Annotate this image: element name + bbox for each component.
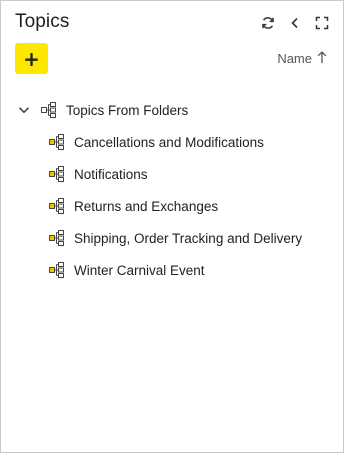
tree-item-label: Winter Carnival Event bbox=[74, 262, 205, 278]
add-topic-button[interactable]: + bbox=[15, 43, 48, 74]
topic-tree-icon bbox=[49, 166, 65, 182]
topics-panel: Topics + Name Topics From Folders Cancel… bbox=[0, 0, 344, 453]
arrow-up-icon bbox=[317, 50, 327, 67]
tree-item[interactable]: Winter Carnival Event bbox=[1, 254, 343, 286]
chevron-down-icon[interactable] bbox=[17, 103, 31, 117]
topic-tree-icon bbox=[49, 262, 65, 278]
tree-root-label: Topics From Folders bbox=[66, 102, 189, 118]
panel-title: Topics bbox=[15, 11, 70, 32]
tree-item[interactable]: Shipping, Order Tracking and Delivery bbox=[1, 222, 343, 254]
tree-item[interactable]: Cancellations and Modifications bbox=[1, 126, 343, 158]
tree-item-label: Returns and Exchanges bbox=[74, 198, 219, 214]
expand-icon[interactable] bbox=[314, 15, 329, 30]
tree-item[interactable]: Notifications bbox=[1, 158, 343, 190]
topic-tree-icon bbox=[49, 134, 65, 150]
topic-tree-icon bbox=[41, 102, 57, 118]
sort-by-name-button[interactable]: Name bbox=[277, 50, 327, 67]
topic-tree-icon bbox=[49, 198, 65, 214]
sort-label: Name bbox=[277, 51, 312, 66]
collapse-left-icon[interactable] bbox=[287, 15, 302, 30]
tree-item-label: Notifications bbox=[74, 166, 148, 182]
tree-item-label: Shipping, Order Tracking and Delivery bbox=[74, 230, 303, 246]
refresh-icon[interactable] bbox=[260, 15, 275, 30]
tree-item[interactable]: Returns and Exchanges bbox=[1, 190, 343, 222]
topic-tree-icon bbox=[49, 230, 65, 246]
tree-root-folder[interactable]: Topics From Folders bbox=[1, 94, 343, 126]
tree-item-label: Cancellations and Modifications bbox=[74, 134, 264, 150]
panel-actions bbox=[260, 15, 329, 30]
topics-tree: Topics From Folders Cancellations and Mo… bbox=[1, 94, 343, 286]
